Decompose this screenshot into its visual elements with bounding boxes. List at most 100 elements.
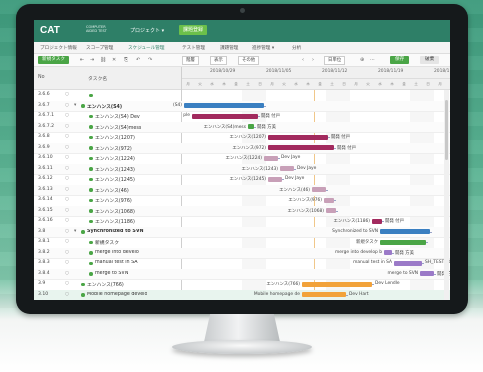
row-checkbox[interactable]: ○: [65, 281, 69, 286]
table-row[interactable]: 3.10 ○ Mobile homepage develo: [34, 289, 450, 300]
row-checkbox[interactable]: ○: [65, 250, 69, 255]
gantt-bar[interactable]: [384, 250, 392, 255]
row-checkbox[interactable]: ○: [65, 134, 69, 139]
row-id: 3.8.1: [38, 239, 50, 244]
gantt-bar[interactable]: [380, 229, 430, 234]
zoom-icon[interactable]: ⊕: [360, 57, 364, 63]
issue-register-button[interactable]: 課題登録: [179, 25, 208, 35]
gantt-bar[interactable]: [380, 239, 426, 245]
gantt-bar[interactable]: [420, 271, 434, 276]
nav-scope[interactable]: スコープ管理: [86, 45, 113, 51]
status-dot-icon: [89, 177, 93, 181]
column-no[interactable]: No: [38, 75, 45, 80]
task-name[interactable]: エンハンス(1207): [95, 134, 135, 141]
gantt-bar[interactable]: [302, 281, 372, 287]
gantt-bar[interactable]: [326, 208, 336, 213]
gantt-bar[interactable]: [268, 176, 282, 182]
task-name[interactable]: 新規タスク: [95, 239, 119, 246]
row-checkbox[interactable]: ○: [65, 218, 69, 223]
row-checkbox[interactable]: ○: [65, 176, 69, 181]
vertical-scrollbar[interactable]: [444, 90, 449, 300]
task-name[interactable]: エンハンス(1068): [95, 208, 135, 215]
row-id: 3.8.2: [38, 249, 50, 255]
display-select[interactable]: 表示: [210, 56, 227, 65]
row-checkbox[interactable]: ○: [65, 103, 69, 108]
row-checkbox[interactable]: ○: [65, 187, 69, 192]
row-checkbox[interactable]: ○: [65, 229, 69, 234]
dependency-link: [328, 137, 330, 138]
delete-icon[interactable]: ✕: [112, 57, 116, 63]
hierarchy-select[interactable]: 階層: [182, 56, 199, 65]
gantt-bar[interactable]: [394, 260, 422, 266]
task-name[interactable]: manual test in SA: [95, 260, 138, 265]
gantt-bar-assignee: Dev Jaye: [285, 176, 305, 181]
task-name[interactable]: エンハンス(976): [95, 197, 132, 204]
gantt-bar[interactable]: [324, 197, 334, 203]
copy-icon[interactable]: ⎘: [124, 57, 128, 63]
row-checkbox[interactable]: ○: [65, 166, 69, 171]
gantt-bar[interactable]: [264, 155, 278, 161]
link-icon[interactable]: ⛓: [100, 57, 106, 63]
redo-icon[interactable]: ↷: [148, 57, 152, 63]
row-checkbox[interactable]: ○: [65, 124, 69, 129]
row-checkbox[interactable]: ○: [65, 113, 69, 118]
task-name[interactable]: エンハンス(1224): [95, 155, 135, 162]
task-name[interactable]: エンハンス(1186): [95, 218, 135, 225]
expand-toggle-icon[interactable]: ▾: [74, 229, 76, 234]
task-name[interactable]: エンハンス(972): [95, 145, 132, 152]
task-name[interactable]: エンハンス(S4) Dev: [95, 113, 140, 120]
undo-icon[interactable]: ↶: [136, 57, 140, 63]
gantt-bar[interactable]: [312, 187, 326, 192]
nav-progress[interactable]: 進捗管理 ▾: [252, 45, 274, 51]
nav-analysis[interactable]: 分析: [292, 45, 301, 51]
row-checkbox[interactable]: ○: [65, 155, 69, 160]
row-checkbox[interactable]: ○: [65, 92, 69, 97]
nav-schedule[interactable]: スケジュール管理: [128, 45, 164, 51]
expand-toggle-icon[interactable]: ▾: [74, 103, 76, 108]
gantt-bar[interactable]: [302, 292, 346, 297]
task-name[interactable]: エンハンス(S4)mess: [95, 124, 141, 131]
nav-project-info[interactable]: プロジェクト情報: [40, 45, 77, 51]
row-checkbox[interactable]: ○: [65, 239, 69, 244]
indent-icon[interactable]: ⇤: [80, 57, 84, 63]
more-icon[interactable]: ⋯: [370, 57, 375, 63]
save-button[interactable]: 保存: [390, 56, 410, 64]
timeline-day: 日: [426, 82, 430, 86]
task-name[interactable]: エンハンス(1243): [95, 166, 135, 173]
gantt-bar-label: エンハンス(1245): [229, 177, 266, 182]
gantt-bar[interactable]: [280, 166, 294, 171]
gantt-bar[interactable]: [372, 218, 382, 224]
gantt-bar[interactable]: [268, 145, 334, 150]
task-name[interactable]: エンハンス(46): [95, 187, 129, 194]
discard-button[interactable]: 破棄: [420, 56, 440, 64]
task-name[interactable]: Mobile homepage develo: [87, 292, 147, 297]
task-name[interactable]: エンハンス(S4): [87, 103, 122, 110]
nav-issue[interactable]: 課題管理: [220, 45, 238, 51]
row-checkbox[interactable]: ○: [65, 292, 69, 297]
gantt-bar[interactable]: [268, 134, 328, 140]
nav-test[interactable]: テスト管理: [182, 45, 205, 51]
prev-icon[interactable]: ‹: [302, 57, 304, 63]
project-menu[interactable]: プロジェクト ▾: [130, 27, 164, 34]
grid-header: No タスク名 2018/10/29 2018/11/05 2018/11/12 20…: [34, 67, 450, 90]
task-name[interactable]: merge into develo: [95, 250, 139, 255]
task-name[interactable]: Synchronized to SVN: [87, 229, 144, 234]
gantt-bar[interactable]: [184, 103, 264, 108]
add-task-button[interactable]: 新規タスク: [38, 56, 69, 64]
row-checkbox[interactable]: ○: [65, 145, 69, 150]
scale-select[interactable]: 日単位: [324, 56, 346, 65]
status-dot-icon: [89, 93, 93, 97]
task-name[interactable]: エンハンス(1245): [95, 176, 135, 183]
task-name[interactable]: merge to SVN: [95, 271, 128, 276]
gantt-bar[interactable]: [192, 113, 258, 119]
other-select[interactable]: その他: [238, 56, 260, 65]
row-checkbox[interactable]: ○: [65, 197, 69, 202]
outdent-icon[interactable]: ⇥: [90, 57, 94, 63]
row-checkbox[interactable]: ○: [65, 208, 69, 213]
row-checkbox[interactable]: ○: [65, 271, 69, 276]
column-task-name[interactable]: タスク名: [88, 75, 107, 82]
scrollbar-thumb[interactable]: [445, 100, 448, 160]
task-name[interactable]: エンハンス(766): [87, 281, 124, 288]
next-icon[interactable]: ›: [312, 57, 314, 63]
row-checkbox[interactable]: ○: [65, 260, 69, 265]
